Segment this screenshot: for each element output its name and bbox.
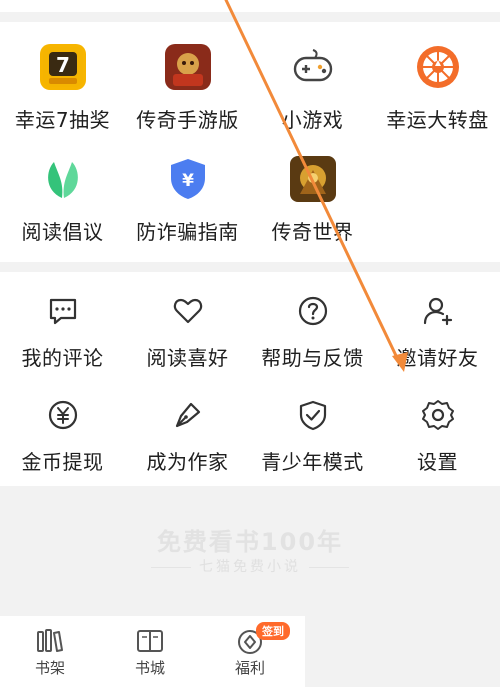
help-icon [296, 294, 330, 328]
pen-icon [171, 398, 205, 432]
bookshelf-icon [37, 629, 63, 652]
app-minigame[interactable]: 小游戏 [250, 22, 375, 134]
app-label: 小游戏 [281, 108, 344, 132]
tab-label: 福利 [234, 659, 265, 677]
checkin-badge: 签到 [256, 622, 290, 640]
tool-label: 阅读喜好 [146, 346, 229, 370]
app-reading-initiative[interactable]: 阅读倡议 [0, 134, 125, 246]
tool-teen-mode[interactable]: 青少年模式 [250, 376, 375, 480]
app-legend-mobile[interactable]: 传奇手游版 [125, 22, 250, 134]
tool-reading-prefs[interactable]: 阅读喜好 [125, 272, 250, 376]
tool-become-writer[interactable]: 成为作家 [125, 376, 250, 480]
tool-label: 金币提现 [21, 450, 104, 474]
promo-banner: 免费看书100年 七猫免费小说 [0, 486, 500, 616]
leaf-icon [40, 156, 86, 202]
lucky7-icon: 7 [39, 44, 86, 90]
svg-text:7: 7 [56, 53, 70, 77]
coin-icon [46, 398, 80, 432]
app-label: 传奇手游版 [136, 108, 239, 132]
tool-label: 青少年模式 [261, 450, 364, 474]
legend-world-icon [289, 156, 336, 202]
tool-settings[interactable]: 设置 [375, 376, 500, 480]
bottom-nav: 书架 书城 签到 福利 [0, 616, 305, 687]
promo-subtitle: 七猫免费小说 [0, 556, 500, 576]
app-lucky-wheel[interactable]: 幸运大转盘 [375, 22, 500, 134]
tool-label: 我的评论 [21, 346, 104, 370]
tab-label: 书架 [34, 659, 65, 677]
tool-my-comments[interactable]: 我的评论 [0, 272, 125, 376]
app-legend-world[interactable]: 传奇世界 [250, 134, 375, 246]
app-label: 幸运大转盘 [386, 108, 489, 132]
svg-text:¥: ¥ [182, 171, 194, 191]
gamepad-icon [290, 44, 336, 90]
add-friend-icon [421, 294, 455, 328]
heart-icon [171, 294, 205, 328]
tab-label: 书城 [134, 659, 165, 677]
app-label: 幸运7抽奖 [14, 108, 111, 132]
tool-label: 设置 [417, 450, 458, 474]
tool-label: 邀请好友 [396, 346, 479, 370]
wheel-icon [415, 44, 461, 90]
legend-mobile-icon [164, 44, 211, 90]
apps-card: 7 幸运7抽奖 传奇手游版 小游戏 幸运大转盘 阅读倡议 ¥ 防诈骗指南 传奇世… [0, 22, 500, 262]
shield-check-icon [296, 398, 330, 432]
shield-yuan-icon: ¥ [165, 156, 211, 202]
app-label: 防诈骗指南 [136, 220, 239, 244]
tool-help-feedback[interactable]: 帮助与反馈 [250, 272, 375, 376]
tool-invite-friends[interactable]: 邀请好友 [375, 272, 500, 376]
promo-title: 免费看书100年 [156, 528, 344, 556]
tool-label: 成为作家 [146, 450, 229, 474]
tab-bookshelf[interactable]: 书架 [0, 616, 100, 687]
tab-bookstore[interactable]: 书城 [100, 616, 200, 687]
tool-label: 帮助与反馈 [261, 346, 364, 370]
app-lucky7[interactable]: 7 幸运7抽奖 [0, 22, 125, 134]
tab-welfare[interactable]: 签到 福利 [200, 616, 300, 687]
app-anti-fraud[interactable]: ¥ 防诈骗指南 [125, 134, 250, 246]
top-strip [0, 0, 500, 12]
comment-icon [46, 294, 80, 328]
app-label: 阅读倡议 [21, 220, 104, 244]
app-label: 传奇世界 [271, 220, 354, 244]
tools-card: 我的评论 阅读喜好 帮助与反馈 邀请好友 金币提现 成为作家 青少年模式 设置 [0, 272, 500, 486]
gear-icon [421, 398, 455, 432]
bookstore-icon [137, 630, 163, 652]
tool-coin-withdraw[interactable]: 金币提现 [0, 376, 125, 480]
